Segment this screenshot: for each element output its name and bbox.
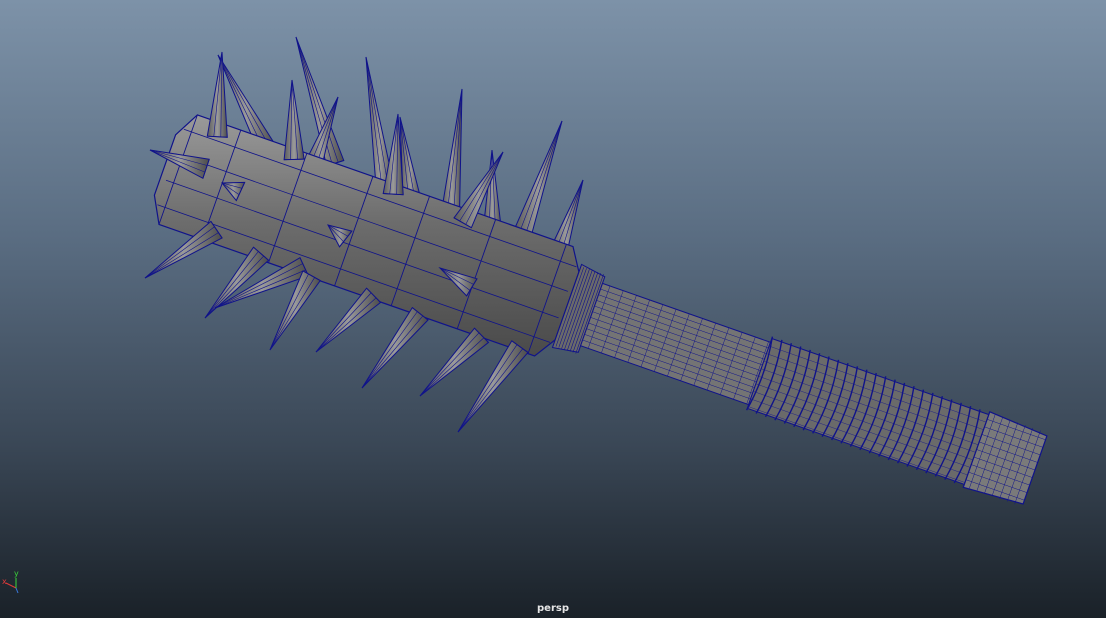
- front-spike-facet: [269, 277, 315, 351]
- y-axis-label: y: [14, 569, 19, 578]
- front-spike-facet: [144, 226, 215, 279]
- front-spike-facet: [419, 337, 485, 397]
- front-spike-facet: [315, 292, 372, 353]
- back-spike-facet: [519, 120, 563, 232]
- front-spike-base: [284, 158, 305, 161]
- camera-name-label: persp: [537, 603, 569, 614]
- front-spike: [283, 79, 305, 161]
- axis-gizmo: x y: [2, 570, 28, 596]
- front-spike-facet: [204, 251, 259, 319]
- front-spike: [419, 327, 490, 397]
- front-spike-facet: [144, 232, 219, 279]
- back-spike: [513, 120, 563, 236]
- front-spike: [315, 287, 382, 353]
- back-spike-facet: [525, 120, 563, 234]
- mace-mesh[interactable]: [144, 36, 1048, 505]
- z-axis-line: [15, 587, 19, 594]
- front-spike-facet: [457, 348, 523, 433]
- front-spike-facet: [361, 315, 424, 389]
- x-axis-label: x: [2, 577, 7, 586]
- grip-shaft: [579, 282, 772, 406]
- front-spike-facet: [361, 311, 418, 389]
- scene-canvas[interactable]: [0, 0, 1106, 618]
- perspective-viewport[interactable]: x y persp: [0, 0, 1106, 618]
- ribbed-grip: [746, 337, 990, 486]
- back-spike: [440, 88, 463, 214]
- front-spike-facet: [419, 332, 480, 397]
- front-spike-facet: [315, 297, 377, 353]
- x-axis-line: [5, 582, 17, 589]
